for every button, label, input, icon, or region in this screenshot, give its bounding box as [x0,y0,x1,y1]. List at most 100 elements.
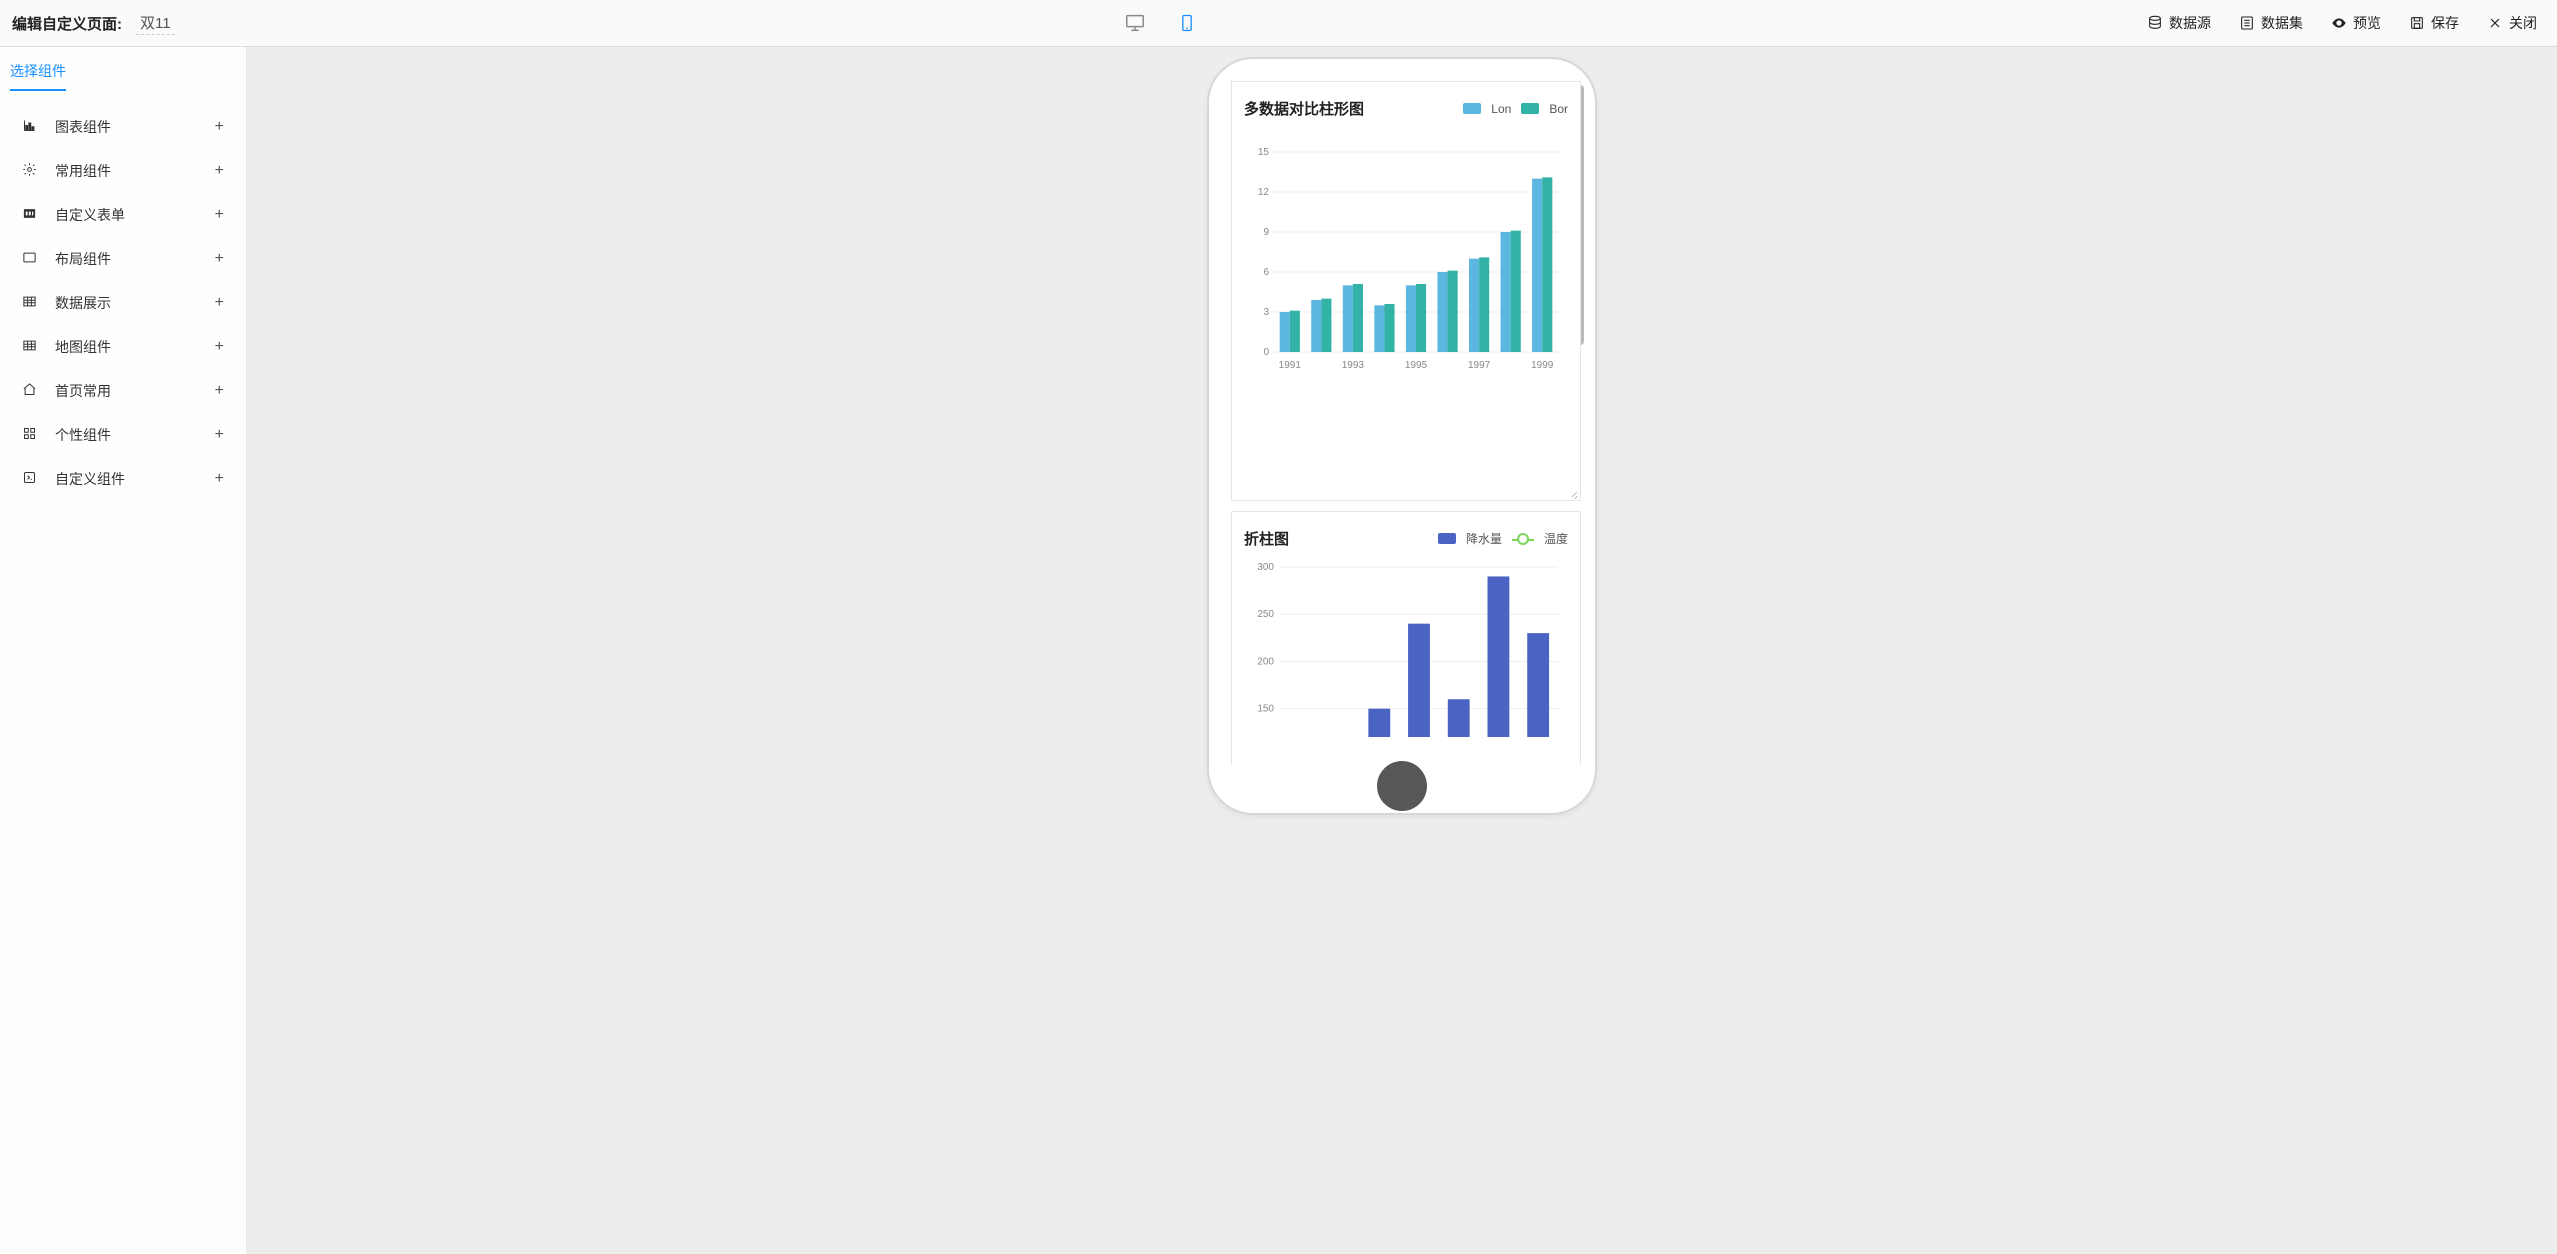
save-icon [2409,15,2425,31]
grid-icon [22,338,37,356]
form-icon [22,206,37,224]
chart-body: 0369121519911993199519971999 [1244,127,1568,387]
eye-icon [2331,15,2347,31]
svg-text:300: 300 [1257,562,1274,573]
save-button[interactable]: 保存 [2409,13,2459,33]
legend-label-bor: Bor [1549,102,1568,116]
sidebar-item-label: 图表组件 [55,117,111,137]
bar-chart-svg: 0369121519911993199519971999 [1244,127,1564,387]
legend-swatch-precip[interactable] [1438,533,1456,544]
device-mobile-button[interactable] [1175,11,1199,35]
topbar-actions: 数据源 数据集 预览 保存 关闭 [2147,13,2545,33]
expand-icon: + [215,162,224,180]
expand-icon: + [215,426,224,444]
legend-label-lon: Lon [1491,102,1511,116]
database-icon [2147,15,2163,31]
sidebar: 选择组件 图表组件+常用组件+自定义表单+布局组件+数据展示+地图组件+首页常用… [0,47,247,1254]
chart-body: 150 200 250 300 [1244,557,1568,737]
topbar: 编辑自定义页面: 双11 数据源 数据集 预览 保存 关闭 [0,0,2557,47]
sidebar-item-label: 自定义组件 [55,469,125,489]
svg-text:200: 200 [1257,656,1274,667]
svg-text:3: 3 [1263,307,1269,318]
svg-text:12: 12 [1258,187,1270,198]
chart-icon [22,118,37,136]
legend: Lon Bor [1463,102,1568,116]
chart-card-grouped-bar[interactable]: 多数据对比柱形图 Lon Bor 03691215199119931995199… [1231,81,1581,501]
workspace: 选择组件 图表组件+常用组件+自定义表单+布局组件+数据展示+地图组件+首页常用… [0,47,2557,1254]
sidebar-item-7[interactable]: 个性组件 + [0,413,246,457]
svg-text:6: 6 [1263,267,1269,278]
sidebar-tab[interactable]: 选择组件 [10,61,66,91]
grid-icon [22,294,37,312]
svg-text:1999: 1999 [1531,360,1554,371]
page-name-input[interactable]: 双11 [136,11,175,35]
sidebar-item-label: 首页常用 [55,381,111,401]
datasource-button[interactable]: 数据源 [2147,13,2211,33]
editor-title: 编辑自定义页面: [12,13,122,34]
sidebar-item-3[interactable]: 布局组件 + [0,237,246,281]
sidebar-item-label: 常用组件 [55,161,111,181]
topbar-left: 编辑自定义页面: 双11 [12,11,175,35]
chart-title: 多数据对比柱形图 [1244,98,1364,119]
legend-swatch-lon[interactable] [1463,103,1481,114]
expand-icon: + [215,118,224,136]
legend-label-precip: 降水量 [1466,530,1502,547]
expand-icon: + [215,250,224,268]
canvas: 多数据对比柱形图 Lon Bor 03691215199119931995199… [247,47,2557,1254]
list-icon [2239,15,2255,31]
svg-text:250: 250 [1257,609,1274,620]
sidebar-item-6[interactable]: 首页常用 + [0,369,246,413]
sidebar-item-0[interactable]: 图表组件 + [0,105,246,149]
sidebar-item-label: 布局组件 [55,249,111,269]
sidebar-item-1[interactable]: 常用组件 + [0,149,246,193]
card-header: 折柱图 降水量 温度 [1244,528,1568,549]
barline-chart-svg: 150 200 250 300 [1244,557,1564,737]
svg-text:150: 150 [1257,704,1274,715]
phone-screen[interactable]: 多数据对比柱形图 Lon Bor 03691215199119931995199… [1231,81,1585,765]
close-button[interactable]: 关闭 [2487,13,2537,33]
svg-text:1991: 1991 [1279,360,1302,371]
dataset-button[interactable]: 数据集 [2239,13,2303,33]
sidebar-item-label: 自定义表单 [55,205,125,225]
sidebar-item-8[interactable]: 自定义组件 + [0,457,246,501]
resize-handle[interactable] [1568,488,1578,498]
sidebar-item-label: 数据展示 [55,293,111,313]
chart-card-bar-line[interactable]: 折柱图 降水量 温度 150 200 250 300 [1231,511,1581,765]
sidebar-item-2[interactable]: 自定义表单 + [0,193,246,237]
sidebar-item-5[interactable]: 地图组件 + [0,325,246,369]
close-icon [2487,15,2503,31]
card-header: 多数据对比柱形图 Lon Bor [1244,98,1568,119]
svg-text:15: 15 [1258,147,1270,158]
apps-icon [22,426,37,444]
layout-icon [22,250,37,268]
device-desktop-button[interactable] [1123,11,1147,35]
close-label: 关闭 [2509,13,2537,33]
phone-frame: 多数据对比柱形图 Lon Bor 03691215199119931995199… [1207,57,1597,815]
svg-text:1997: 1997 [1468,360,1491,371]
sidebar-item-label: 地图组件 [55,337,111,357]
legend-swatch-bor[interactable] [1521,103,1539,114]
desktop-icon [1124,12,1146,34]
svg-text:0: 0 [1263,347,1269,358]
legend: 降水量 温度 [1438,530,1568,547]
sidebar-items: 图表组件+常用组件+自定义表单+布局组件+数据展示+地图组件+首页常用+个性组件… [0,101,246,505]
expand-icon: + [215,470,224,488]
svg-text:1995: 1995 [1405,360,1428,371]
expand-icon: + [215,382,224,400]
device-switch [175,11,2147,35]
legend-line-temp[interactable] [1512,534,1534,544]
home-icon [22,382,37,400]
expand-icon: + [215,206,224,224]
svg-text:1993: 1993 [1342,360,1365,371]
expand-icon: + [215,294,224,312]
gear-icon [22,162,37,180]
expand-icon: + [215,338,224,356]
phone-home-button[interactable] [1377,761,1427,811]
preview-button[interactable]: 预览 [2331,13,2381,33]
sidebar-item-4[interactable]: 数据展示 + [0,281,246,325]
custom-icon [22,470,37,488]
mobile-icon [1177,13,1197,33]
legend-label-temp: 温度 [1544,530,1568,547]
datasource-label: 数据源 [2169,13,2211,33]
sidebar-item-label: 个性组件 [55,425,111,445]
